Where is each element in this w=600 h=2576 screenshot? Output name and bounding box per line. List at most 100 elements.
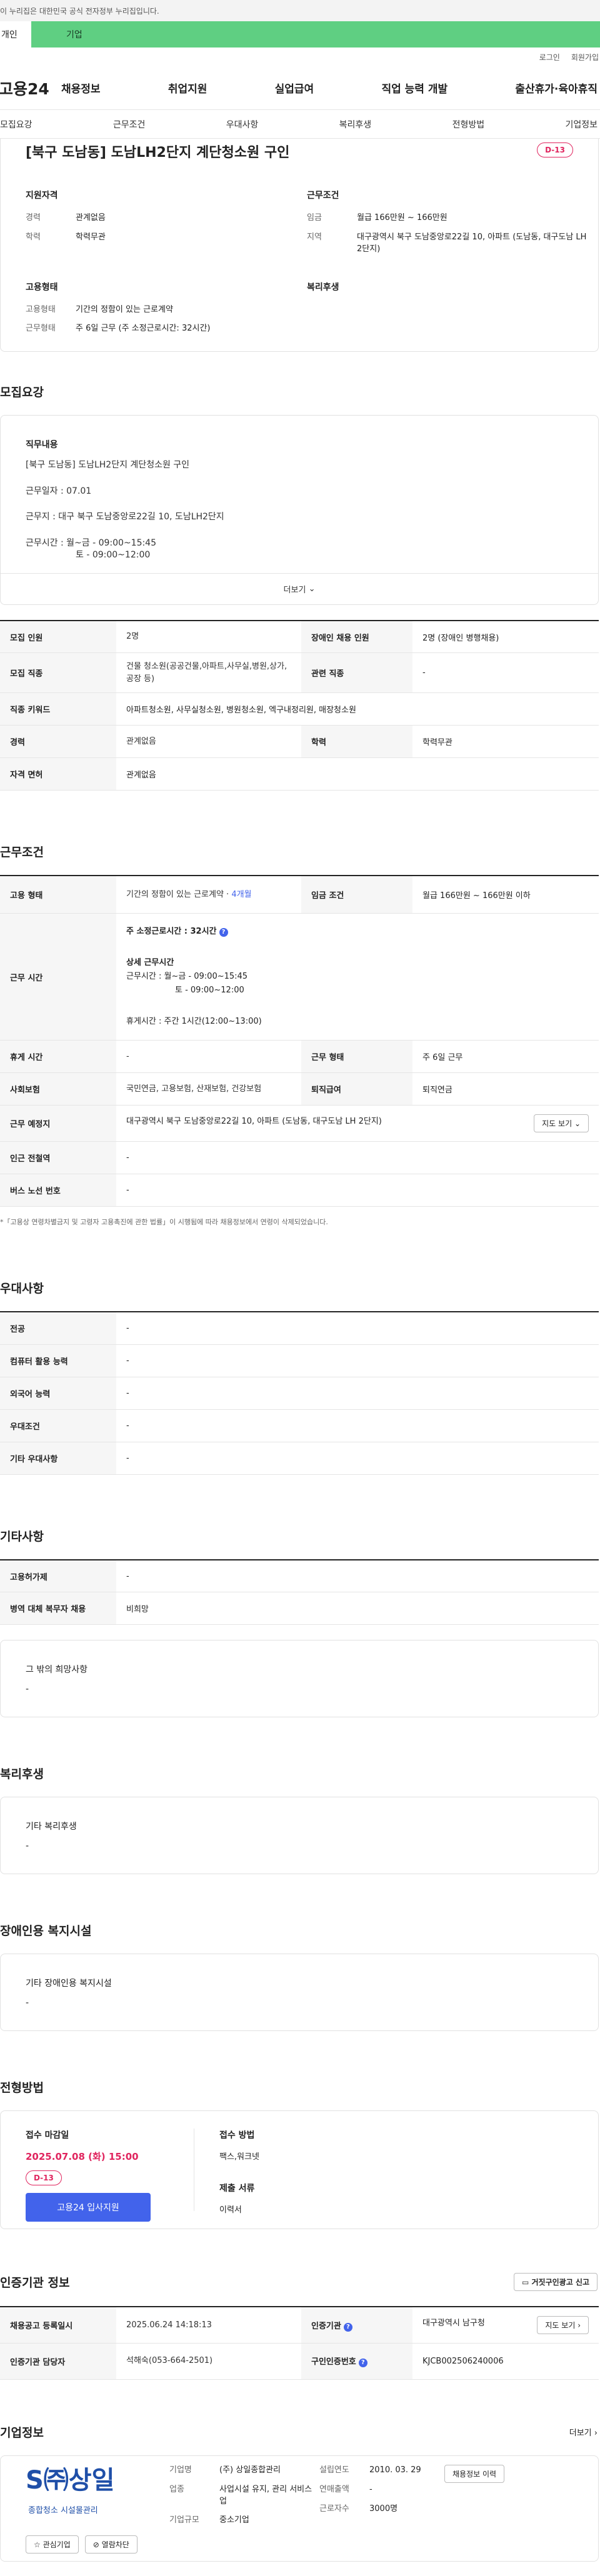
table-header-cell: 컴퓨터 활용 능력 (0, 1344, 116, 1377)
conditions-table: 고용 형태 기간의 정함이 있는 근로계약 · 4개월 임금 조건 월급 166… (0, 875, 599, 1207)
table-row: 근무 시간 주 소정근로시간 : 32시간? 상세 근무시간 근무시간 : 월~… (0, 913, 599, 1041)
help-icon[interactable]: ? (219, 927, 228, 937)
table-header-cell: 채용공고 등록일시 (0, 2307, 116, 2344)
anchor-recruit[interactable]: 모집요강 (0, 118, 32, 131)
duty-card: 직무내용 [북구 도남동] 도남LH2단지 계단청소원 구인 근무일자 : 07… (0, 415, 599, 605)
duty-line: 근무지 : 대구 북구 도남중앙로22길 10, 도남LH2단지 (26, 512, 224, 522)
kv-value: 월급 166만원 ~ 166만원 (357, 213, 448, 222)
box-heading: 그 밖의 희망사항 (26, 1665, 88, 1675)
tab-company[interactable]: 기업 (31, 21, 600, 47)
table-row: 근무 예정지 대구광역시 북구 도남중앙로22길 10, 아파트 (도남동, 대… (0, 1105, 599, 1142)
table-header-cell: 모집 인원 (0, 620, 116, 654)
anchor-apply[interactable]: 전형방법 (452, 118, 485, 131)
table-row: 사회보험 국민연금, 고용보험, 산재보험, 건강보험 퇴직급여 퇴직연금 (0, 1072, 599, 1106)
company-logo: S㈜상일종합청소 시설물관리 (26, 2465, 115, 2516)
preferences-table: 전공 - 컴퓨터 활용 능력 - 외국어 능력 - 우대조건 - 기타 우대사항 - (0, 1311, 599, 1475)
duty-more-button[interactable]: 더보기 ⌄ (1, 572, 598, 604)
qual-heading: 지원자격 (26, 191, 58, 201)
duty-line: 근무일자 : 07.01 (26, 486, 92, 496)
table-cell: 대구광역시 남구청 지도 보기 › (412, 2307, 599, 2344)
login-link[interactable]: 로그인 (539, 52, 560, 62)
table-cell: - (116, 1312, 599, 1345)
gnb-item-training[interactable]: 직업 능력 개발 (381, 80, 448, 96)
section-title-conditions: 근무조건 (0, 846, 44, 860)
anchor-company[interactable]: 기업정보 (565, 118, 598, 131)
gnb-item-parental-leave[interactable]: 출산휴가·육아휴직 (515, 80, 598, 96)
table-header-cell: 인증기관? (301, 2307, 412, 2344)
tab-personal[interactable]: 개인 (0, 21, 31, 47)
deadline-label: 접수 마감일 (26, 2130, 69, 2141)
table-row: 휴게 시간 - 근무 형태 주 6일 근무 (0, 1040, 599, 1074)
kv-value: 학력무관 (76, 232, 106, 242)
disabled-facility-box: 기타 장애인용 복지시설 - (0, 1954, 599, 2032)
box-heading: 기타 복리후생 (26, 1822, 77, 1832)
site-logo[interactable]: 고용24 (0, 77, 61, 99)
favorite-company-button[interactable]: ☆ 관심기업 (26, 2535, 79, 2554)
help-icon[interactable]: ? (358, 2359, 368, 2368)
table-cell: - (116, 1141, 599, 1175)
map-view-button[interactable]: 지도 보기 ⌄ (534, 1114, 589, 1133)
table-cell: 국민연금, 고용보험, 산재보험, 건강보험 (116, 1072, 301, 1106)
table-row: 우대조건 - (0, 1409, 599, 1442)
table-row: 전공 - (0, 1312, 599, 1345)
table-cell: 비희망 (116, 1592, 599, 1625)
table-header-cell: 병역 대체 복무자 채용 (0, 1592, 116, 1625)
duty-heading: 직무내용 (26, 440, 58, 450)
signup-link[interactable]: 회원가입 (571, 52, 599, 62)
method-value: 팩스,워크넷 (219, 2152, 259, 2162)
job-summary-card: [북구 도남동] 도남LH2단지 계단청소원 구인 D-13 지원자격 경력 관계… (0, 139, 599, 352)
section-title-others: 기타사항 (0, 1529, 44, 1544)
table-header-cell: 퇴직급여 (301, 1072, 412, 1106)
method-label: 접수 방법 (219, 2130, 255, 2141)
gnb-item-employment-support[interactable]: 취업지원 (168, 80, 208, 96)
kv-label: 지역 (307, 232, 322, 242)
table-header-cell: 학력 (301, 725, 412, 759)
duty-line: 근무시간 : 월~금 - 09:00~15:45 (26, 537, 157, 548)
table-cell: 건물 청소원(공공건물,아파트,사무실,병원,상가,공장 등) (116, 652, 301, 694)
dday-badge: D-13 (537, 142, 573, 157)
job-title: [북구 도남동] 도남LH2단지 계단청소원 구인 (26, 145, 290, 161)
table-cell: 아파트청소원, 사무실청소원, 병원청소원, 엑구내정리원, 매장청소원 (116, 692, 599, 726)
section-title-agency: 인증기관 정보 ▭ 거짓구인광고 신고 (0, 2273, 600, 2292)
block-view-button[interactable]: ⊘ 열람차단 (84, 2535, 138, 2554)
anchor-welfare[interactable]: 복리후생 (339, 118, 372, 131)
duty-line: [북구 도남동] 도남LH2단지 계단청소원 구인 (26, 460, 190, 470)
table-cell: 주 소정근로시간 : 32시간? 상세 근무시간 근무시간 : 월~금 - 09… (116, 913, 599, 1041)
recruit-table: 모집 인원 2명 장애인 채용 인원 2명 (장애인 병행채용) 모집 직종 건물 청소… (0, 619, 599, 791)
table-row: 자격 면허 관계없음 (0, 757, 599, 791)
table-header-cell: 전공 (0, 1312, 116, 1345)
kv-label: 임금 (307, 213, 322, 222)
table-row: 경력 관계없음 학력 학력무관 (0, 725, 599, 759)
table-row: 고용 형태 기간의 정함이 있는 근로계약 · 4개월 임금 조건 월급 166… (0, 876, 599, 914)
table-header-cell: 우대조건 (0, 1409, 116, 1442)
table-cell: - (116, 1409, 599, 1442)
table-header-cell: 장애인 채용 인원 (301, 620, 412, 654)
table-row: 모집 직종 건물 청소원(공공건물,아파트,사무실,병원,상가,공장 등) 관련 직… (0, 652, 599, 694)
table-cell: 대구광역시 북구 도남중앙로22길 10, 아파트 (도남동, 대구도남 LH … (116, 1105, 599, 1142)
job-history-button[interactable]: 채용정보 이력 (444, 2464, 505, 2483)
table-cell: - (116, 1442, 599, 1475)
table-cell: 월급 166만원 ~ 166만원 이하 (412, 876, 599, 914)
work-heading: 근무조건 (307, 191, 339, 201)
company-more-link[interactable]: 더보기 › (569, 2426, 598, 2438)
anchor-preferences[interactable]: 우대사항 (226, 118, 259, 131)
table-header-cell: 임금 조건 (301, 876, 412, 914)
anchor-conditions[interactable]: 근무조건 (113, 118, 146, 131)
gnb-item-jobs[interactable]: 채용정보 (61, 80, 101, 96)
table-header-cell: 근무 형태 (301, 1040, 412, 1074)
dday-badge: D-13 (26, 2170, 62, 2186)
global-nav: 고용24 채용정보 취업지원 실업급여 직업 능력 개발 출산휴가·육아휴직 (0, 66, 600, 110)
table-cell: - (116, 1377, 599, 1410)
report-fake-ad-button[interactable]: ▭ 거짓구인광고 신고 (513, 2273, 598, 2292)
table-row: 외국어 능력 - (0, 1377, 599, 1410)
help-icon[interactable]: ? (343, 2322, 352, 2332)
star-icon: ☆ (34, 2540, 41, 2549)
gnb-item-unemployment-benefit[interactable]: 실업급여 (275, 80, 314, 96)
table-row: 인근 전철역 - (0, 1141, 599, 1175)
kv-label: 학력 (26, 232, 41, 242)
apply-button[interactable]: 고용24 입사지원 (26, 2193, 151, 2222)
section-title-apply: 전형방법 (0, 2081, 44, 2095)
agency-map-button[interactable]: 지도 보기 › (537, 2316, 589, 2335)
table-header-cell: 구인인증번호? (301, 2343, 412, 2380)
table-header-cell: 근무 예정지 (0, 1105, 116, 1142)
